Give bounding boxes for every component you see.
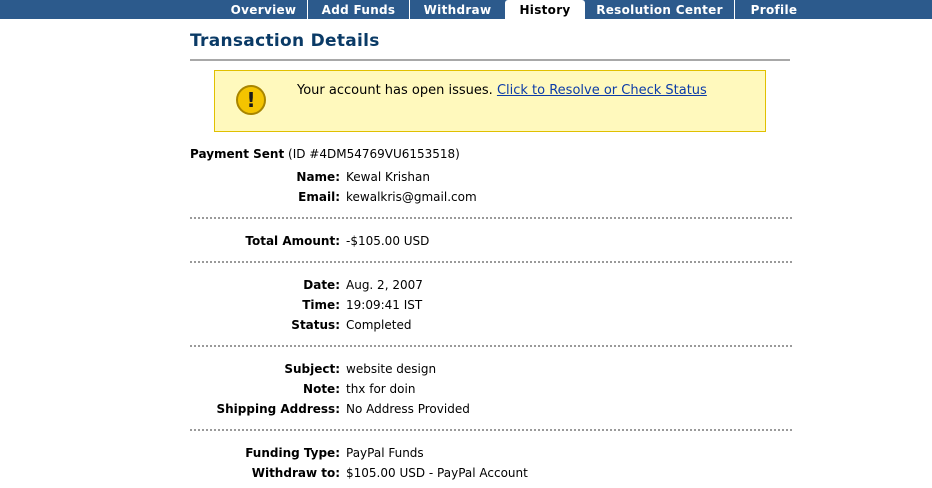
- tab-add-funds[interactable]: Add Funds: [308, 0, 410, 19]
- detail-row-subject: Subject: website design: [190, 362, 790, 378]
- payment-type: Payment Sent: [190, 147, 285, 161]
- name-value: Kewal Krishan: [346, 170, 430, 184]
- detail-row-funding: Funding Type: PayPal Funds: [190, 446, 790, 462]
- detail-row-withdraw-to: Withdraw to: $105.00 USD - PayPal Accoun…: [190, 466, 790, 482]
- dotted-divider: [190, 261, 792, 263]
- tab-withdraw[interactable]: Withdraw: [410, 0, 505, 19]
- top-nav-bar: Overview Add Funds Withdraw History Reso…: [0, 0, 932, 21]
- subject-value: website design: [346, 362, 437, 376]
- dotted-divider: [190, 217, 792, 219]
- total-value: -$105.00 USD: [346, 234, 430, 248]
- tab-resolution-center[interactable]: Resolution Center: [585, 0, 735, 19]
- page: Overview Add Funds Withdraw History Reso…: [0, 0, 932, 488]
- email-value: kewalkris@gmail.com: [346, 190, 477, 204]
- tab-overview[interactable]: Overview: [220, 0, 308, 19]
- detail-row-total: Total Amount: -$105.00 USD: [190, 234, 790, 250]
- total-label: Total Amount:: [245, 234, 340, 248]
- date-value: Aug. 2, 2007: [346, 278, 423, 292]
- detail-row-date: Date: Aug. 2, 2007: [190, 278, 790, 294]
- tab-profile[interactable]: Profile: [735, 0, 813, 19]
- date-label: Date:: [303, 278, 340, 292]
- detail-row-status: Status: Completed: [190, 318, 790, 334]
- funding-value: PayPal Funds: [346, 446, 424, 460]
- time-label: Time:: [302, 298, 340, 312]
- detail-row-note: Note: thx for doin: [190, 382, 790, 398]
- nav-tabs: Overview Add Funds Withdraw History Reso…: [220, 0, 813, 21]
- alert-text: Your account has open issues. Click to R…: [297, 83, 707, 98]
- alert-message: Your account has open issues.: [297, 83, 493, 98]
- subject-label: Subject:: [284, 362, 340, 376]
- shipping-value: No Address Provided: [346, 402, 470, 416]
- time-value: 19:09:41 IST: [346, 298, 423, 312]
- withdraw-to-value: $105.00 USD - PayPal Account: [346, 466, 528, 480]
- detail-row-shipping: Shipping Address: No Address Provided: [190, 402, 790, 418]
- title-divider: [190, 59, 790, 61]
- name-label: Name:: [296, 170, 340, 184]
- open-issues-alert: ! Your account has open issues. Click to…: [214, 70, 766, 132]
- shipping-label: Shipping Address:: [216, 402, 340, 416]
- note-label: Note:: [303, 382, 340, 396]
- withdraw-to-label: Withdraw to:: [251, 466, 340, 480]
- dotted-divider: [190, 429, 792, 431]
- email-label: Email:: [298, 190, 340, 204]
- detail-row-time: Time: 19:09:41 IST: [190, 298, 790, 314]
- detail-row-email: Email: kewalkris@gmail.com: [190, 190, 790, 206]
- resolve-link[interactable]: Click to Resolve or Check Status: [497, 83, 707, 98]
- note-value: thx for doin: [346, 382, 416, 396]
- detail-row-name: Name: Kewal Krishan: [190, 170, 790, 186]
- dotted-divider: [190, 345, 792, 347]
- exclamation-icon: !: [236, 85, 266, 115]
- status-value: Completed: [346, 318, 412, 332]
- payment-heading: Payment Sent (ID #4DM54769VU6153518): [190, 147, 460, 161]
- status-label: Status:: [291, 318, 340, 332]
- page-title: Transaction Details: [190, 31, 380, 51]
- transaction-id: (ID #4DM54769VU6153518): [288, 147, 460, 161]
- tab-history[interactable]: History: [505, 0, 585, 21]
- funding-label: Funding Type:: [245, 446, 340, 460]
